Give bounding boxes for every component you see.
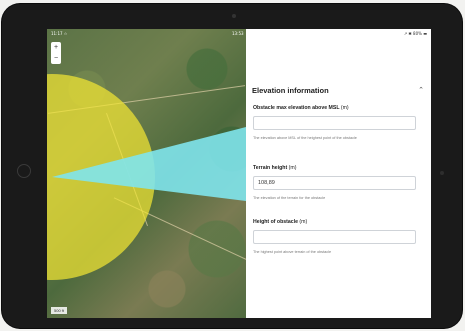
screen: 11:17 ☆ 13:53 ↗ ✱ 80% ▬ + − 500 ft Eleva… — [47, 29, 431, 318]
obstacle-height-input[interactable] — [253, 230, 416, 244]
obstacle-overlay — [47, 74, 246, 280]
zoom-out-button[interactable]: − — [54, 55, 58, 62]
zoom-control: + − — [51, 42, 61, 64]
elevation-panel: Elevation information ⌃ Obstacle max ele… — [246, 29, 431, 318]
sensor-dot — [440, 171, 444, 175]
terrain-height-input[interactable] — [253, 176, 416, 190]
terrain-height-help: The elevation of the terrain for the obs… — [253, 196, 326, 200]
status-bar: 11:17 ☆ 13:53 ↗ ✱ 80% ▬ — [47, 29, 431, 37]
label-unit: (m) — [299, 219, 308, 225]
terrain-height-label: Terrain height (m) — [253, 165, 296, 171]
status-left: 11:17 ☆ — [51, 30, 68, 36]
front-camera — [232, 14, 236, 18]
chevron-up-icon[interactable]: ⌃ — [418, 86, 424, 94]
status-time: 13:53 — [232, 30, 244, 36]
section-title: Elevation information — [252, 85, 329, 95]
map-view[interactable]: + − 500 ft — [47, 29, 246, 318]
status-right: ↗ ✱ 80% ▬ — [403, 30, 427, 36]
elevation-section-header[interactable]: Elevation information ⌃ — [252, 84, 424, 96]
label-unit: (m) — [288, 165, 297, 171]
obstacle-max-elevation-label: Obstacle max elevation above MSL (m) — [253, 105, 349, 111]
label-text: Obstacle max elevation above MSL — [253, 105, 340, 111]
obstacle-height-help: The highest point above terrain of the o… — [253, 250, 332, 254]
label-unit: (m) — [340, 105, 349, 111]
tablet-frame: 11:17 ☆ 13:53 ↗ ✱ 80% ▬ + − 500 ft Eleva… — [2, 4, 462, 328]
label-text: Terrain height — [253, 165, 288, 171]
label-text: Height of obstacle — [253, 219, 298, 225]
zoom-in-button[interactable]: + — [54, 44, 58, 51]
obstacle-max-elevation-input[interactable] — [253, 116, 416, 130]
obstacle-height-label: Height of obstacle (m) — [253, 219, 307, 225]
map-scale-bar: 500 ft — [51, 307, 68, 314]
obstacle-max-elevation-help: The elevation above MSL of the heighest … — [253, 136, 357, 140]
home-button[interactable] — [17, 164, 31, 178]
